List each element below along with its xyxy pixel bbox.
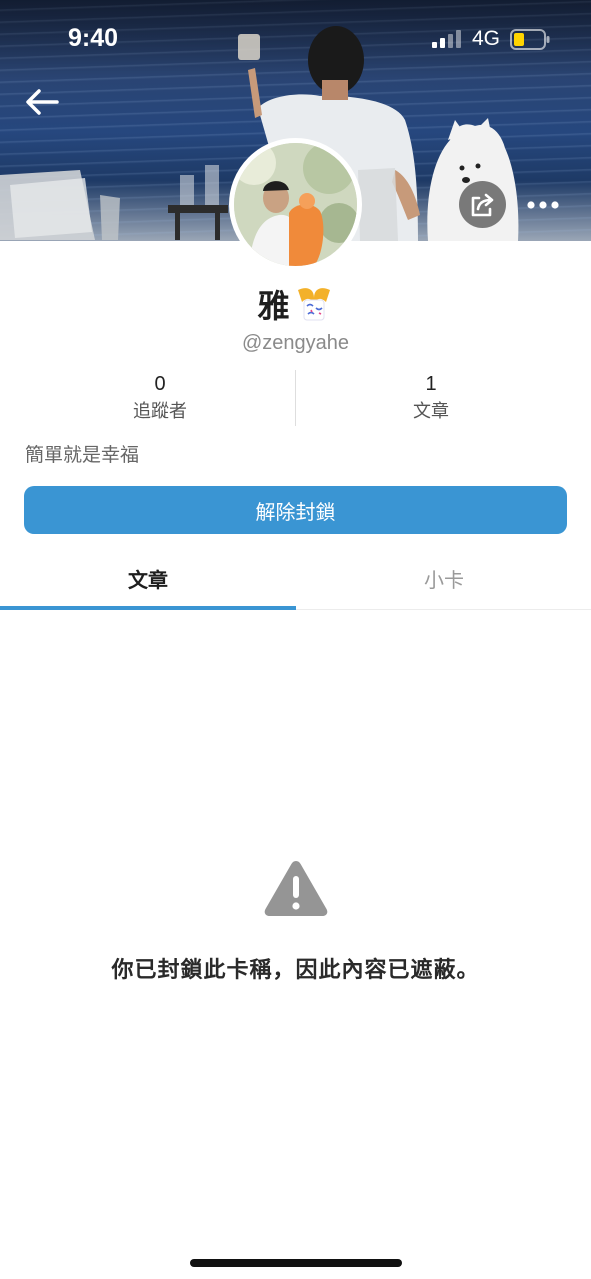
party-popper-emoji (297, 288, 330, 321)
back-button[interactable] (22, 84, 62, 120)
active-tab-indicator (0, 606, 296, 610)
posts-count: 1 (425, 373, 437, 395)
posts-stat[interactable]: 1 文章 (331, 370, 531, 426)
profile-stats: 0 追蹤者 1 文章 (0, 370, 591, 426)
followers-stat[interactable]: 0 追蹤者 (60, 370, 260, 426)
tab-posts[interactable]: 文章 (0, 550, 296, 607)
profile-name: 雅 (257, 287, 290, 325)
signal-strength-icon (432, 30, 461, 48)
profile-name-row: 雅 (0, 282, 591, 326)
blocked-content-message: 你已封鎖此卡稱，因此內容已遮蔽。 (111, 958, 480, 983)
followers-count: 0 (154, 373, 166, 395)
status-time: 9:40 (68, 24, 119, 52)
followers-label: 追蹤者 (133, 401, 187, 422)
content-tabs: 文章 小卡 (0, 550, 591, 610)
share-button[interactable] (459, 181, 506, 228)
share-icon (471, 193, 493, 216)
more-icon (527, 200, 559, 209)
profile-handle: @zengyahe (241, 332, 350, 354)
avatar-photo (234, 143, 357, 266)
avatar[interactable] (229, 138, 362, 271)
posts-label: 文章 (413, 401, 449, 422)
more-options-button[interactable] (518, 181, 568, 228)
back-arrow-icon (26, 89, 59, 115)
network-type: 4G (472, 27, 501, 50)
warning-icon (264, 861, 328, 916)
unblock-button[interactable]: 解除封鎖 (24, 486, 567, 534)
stats-divider (295, 370, 296, 426)
profile-bio: 簡單就是幸福 (25, 444, 140, 466)
tab-cards[interactable]: 小卡 (296, 550, 591, 607)
home-indicator[interactable] (190, 1259, 402, 1267)
battery-icon (510, 29, 550, 50)
